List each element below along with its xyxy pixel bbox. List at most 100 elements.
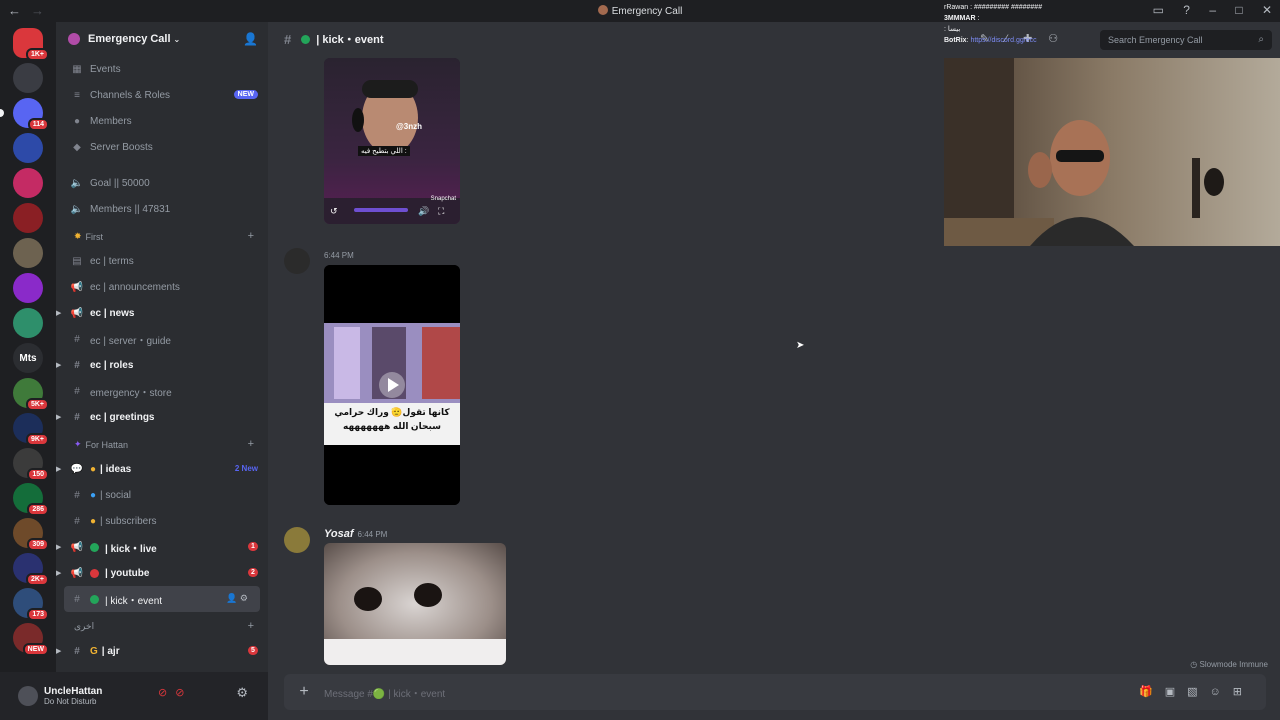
channel-label: emergency・store (90, 387, 172, 399)
timestamp: 6:44 PM (324, 251, 354, 260)
server-icon[interactable]: 2K+ (13, 553, 49, 586)
server-icon[interactable]: 309 (13, 518, 49, 551)
channel-label: | subscribers (100, 515, 157, 527)
server-icon[interactable] (13, 133, 43, 163)
channel-ec-terms[interactable]: ▤ ec | terms (56, 248, 268, 274)
volume-icon[interactable]: 🔊 (418, 206, 429, 217)
maximize-icon[interactable]: □ (1235, 3, 1242, 17)
add-channel-icon[interactable]: + (248, 230, 254, 242)
members-list-icon[interactable]: ⚇ (1048, 33, 1074, 45)
sidebar-item-server-boosts[interactable]: ◆ Server Boosts (56, 134, 268, 160)
channel-ideas[interactable]: ▶ 💬 ● | ideas 2 New (56, 456, 268, 482)
server-icon[interactable] (13, 238, 43, 268)
server-badge: NEW (22, 643, 49, 656)
minimize-icon[interactable]: – (1209, 3, 1216, 17)
message-composer[interactable]: + Message #🟢 | kick・event 🎁▣▧☺⊞ (284, 674, 1266, 710)
server-icon[interactable]: 286 (13, 483, 49, 516)
help-icon[interactable]: ? (1183, 3, 1190, 17)
channel-subscribers[interactable]: # ● | subscribers (56, 508, 268, 534)
channel-ec-announcements[interactable]: 📢 ec | announcements (56, 274, 268, 300)
author-name[interactable]: Yosaf (324, 528, 354, 540)
server-icon[interactable]: Mts (13, 343, 43, 373)
emoji-icon[interactable]: ☺ (1210, 686, 1233, 698)
search-input[interactable]: Search Emergency Call (1108, 35, 1203, 45)
channel-social[interactable]: # ● | social (56, 482, 268, 508)
announcement-icon: 📢 (70, 541, 84, 553)
user-status: Do Not Disturb (44, 697, 97, 706)
message-input[interactable]: Message #🟢 | kick・event (324, 685, 445, 700)
channel-emergency-store[interactable]: # emergency・store (56, 378, 268, 404)
caret-right-icon: ▶ (56, 466, 62, 473)
slowmode-label: Slowmode Immune (1199, 660, 1268, 669)
settings-gear-icon[interactable]: ⚙ (240, 593, 248, 603)
guild-header[interactable]: Emergency Call ⌄ 👤 (56, 22, 268, 56)
add-member-icon[interactable]: 👤 (243, 32, 258, 46)
avatar[interactable] (18, 686, 38, 706)
close-icon[interactable]: ✕ (1262, 3, 1272, 17)
channel-ec-roles[interactable]: ▶ # ec | roles (56, 352, 268, 378)
server-icon[interactable]: NEW (13, 623, 49, 656)
server-icon[interactable] (13, 168, 43, 198)
apps-icon[interactable]: ⊞ (1233, 686, 1254, 698)
channel-ajr[interactable]: ▶ # G | ajr 5 (56, 638, 268, 664)
category-label: First (85, 232, 104, 242)
sticker-icon[interactable]: ▧ (1187, 686, 1209, 698)
invite-icon[interactable]: 👤 (226, 593, 237, 603)
server-icon[interactable]: 114 (0, 98, 49, 131)
add-channel-icon[interactable]: + (248, 620, 254, 632)
attach-plus-icon[interactable]: + (284, 683, 324, 701)
inbox-icon[interactable]: ▭ (1153, 3, 1164, 17)
server-icon[interactable]: 150 (13, 448, 49, 481)
video-caption: كانها تقول🫡 وراك حرامي (334, 407, 450, 417)
channel-ec-server-guide[interactable]: # ec | server・guide (56, 326, 268, 352)
category-arabic[interactable]: اخرى + (56, 612, 268, 638)
channel-kick-live[interactable]: ▶ 📢 | kick・live 1 (56, 534, 268, 560)
hash-icon: # (74, 593, 80, 605)
server-icon[interactable]: 1K+ (13, 28, 49, 61)
fullscreen-icon[interactable]: ⛶ (438, 206, 444, 217)
chat-text: : بيسا (944, 26, 961, 33)
gif-icon[interactable]: ▣ (1165, 686, 1187, 698)
server-icon[interactable]: 9K+ (13, 413, 49, 446)
server-badge: 114 (27, 118, 49, 131)
video-embed[interactable]: @3nzh اللي بتطيح فيه : Snapchat ↺ 🔊 ⛶ (324, 58, 460, 224)
user-settings-icon[interactable]: ⚙ (236, 685, 248, 701)
channel-ec-greetings[interactable]: ▶ # ec | greetings (56, 404, 268, 430)
voice-channel-members[interactable]: 🔈 Members || 47831 (56, 196, 268, 222)
hash-icon: # (74, 385, 80, 397)
server-icon[interactable] (13, 203, 43, 233)
video-embed[interactable]: كانها تقول🫡 وراك حرامي سبحان الله هههههه… (324, 265, 460, 505)
replay-icon[interactable]: ↺ (330, 206, 338, 216)
server-badge: 2K+ (25, 573, 49, 586)
channel-label: ec | announcements (90, 281, 180, 293)
channel-label: Goal || 50000 (90, 177, 150, 189)
server-icon[interactable]: 173 (13, 588, 49, 621)
server-icon[interactable]: 5K+ (13, 378, 49, 411)
category-first[interactable]: ✸ First + (56, 222, 268, 248)
user-info[interactable]: UncleHattan Do Not Disturb (44, 686, 102, 706)
avatar[interactable] (284, 248, 310, 274)
gift-icon[interactable]: 🎁 (1139, 686, 1165, 698)
sidebar-item-channels-roles[interactable]: ≡ Channels & Roles NEW (56, 82, 268, 108)
image-embed[interactable] (324, 543, 506, 665)
guild-name: Emergency Call (88, 33, 171, 45)
voice-channel-goal[interactable]: 🔈 Goal || 50000 (56, 170, 268, 196)
category-for-hattan[interactable]: ✦ For Hattan + (56, 430, 268, 456)
server-icon[interactable] (13, 308, 43, 338)
channel-actions[interactable]: 👤 ⚙ (226, 593, 248, 604)
search-bar[interactable]: Search Emergency Call ⌕ (1100, 30, 1272, 50)
add-channel-icon[interactable]: + (248, 438, 254, 450)
server-icon[interactable] (13, 63, 43, 93)
channel-ec-news[interactable]: ▶ 📢 ec | news (56, 300, 268, 326)
forum-icon: 💬 (70, 463, 84, 475)
channel-kick-event[interactable]: # | kick・event 👤 ⚙ (64, 586, 260, 612)
sidebar-item-events[interactable]: ▦ Events (56, 56, 268, 82)
deafen-icon[interactable]: ⊘ (175, 687, 192, 699)
sidebar-item-members[interactable]: ● Members (56, 108, 268, 134)
announcement-icon: 📢 (70, 307, 84, 319)
channel-label: | social (100, 489, 131, 501)
mute-mic-icon[interactable]: ⊘ (158, 687, 175, 699)
avatar[interactable] (284, 527, 310, 553)
server-icon[interactable] (13, 273, 43, 303)
channel-youtube[interactable]: ▶ 📢 | youtube 2 (56, 560, 268, 586)
